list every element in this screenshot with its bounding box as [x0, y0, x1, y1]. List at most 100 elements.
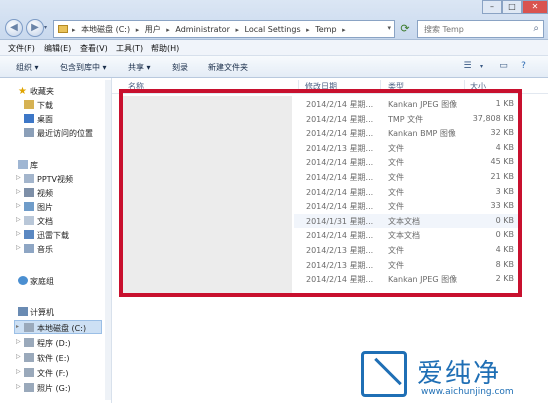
- drive-icon: [24, 368, 34, 377]
- forward-button[interactable]: ▶: [26, 19, 44, 37]
- drive-icon: [24, 323, 34, 332]
- nav-recent-places[interactable]: 最近访问的位置: [0, 126, 104, 140]
- menu-edit[interactable]: 编辑(E): [44, 43, 71, 54]
- pictures-library-icon: [24, 202, 34, 211]
- search-box[interactable]: ⌕: [417, 20, 544, 38]
- pptv-library-icon: [24, 174, 34, 183]
- nav-computer[interactable]: 计算机: [0, 305, 104, 319]
- expand-arrow-icon[interactable]: ▷: [16, 244, 21, 251]
- drive-icon: [24, 338, 34, 347]
- help-icon[interactable]: ?: [518, 61, 529, 72]
- nav-drive-g[interactable]: ▷ 照片 (G:): [0, 381, 104, 395]
- download-folder-icon: [24, 100, 34, 109]
- breadcrumb-chevron-icon[interactable]: ▸: [72, 26, 76, 34]
- computer-icon: [18, 307, 28, 316]
- nav-homegroup[interactable]: 家庭组: [0, 274, 104, 288]
- window-controls: – □ ✕: [482, 0, 548, 14]
- breadcrumb-item[interactable]: Temp: [315, 25, 336, 34]
- close-button[interactable]: ✕: [522, 0, 548, 14]
- breadcrumb-chevron-icon[interactable]: ▸: [166, 26, 170, 34]
- nav-videos[interactable]: ▷ 视频: [0, 186, 104, 200]
- menu-bar: 文件(F) 编辑(E) 查看(V) 工具(T) 帮助(H): [0, 40, 548, 56]
- refresh-icon: ⟳: [400, 22, 410, 35]
- drive-icon: [24, 353, 34, 362]
- highlight-frame: [119, 89, 522, 297]
- recent-pages-dropdown[interactable]: ▾: [44, 24, 47, 31]
- breadcrumb-item[interactable]: Local Settings: [245, 25, 301, 34]
- nav-library[interactable]: 库: [0, 158, 104, 172]
- nav-pictures[interactable]: ▷ 图片: [0, 200, 104, 214]
- watermark-title: 爱纯净: [417, 359, 502, 389]
- documents-library-icon: [24, 216, 34, 225]
- expand-arrow-icon[interactable]: ▷: [16, 368, 21, 375]
- share-button[interactable]: 共享 ▾: [128, 62, 151, 73]
- breadcrumb-item[interactable]: Administrator: [175, 25, 230, 34]
- expand-arrow-icon[interactable]: ▷: [16, 230, 21, 237]
- back-arrow-icon: ◀: [10, 22, 18, 33]
- view-dropdown-icon[interactable]: ▾: [476, 61, 487, 72]
- expand-arrow-icon[interactable]: ▷: [16, 353, 21, 360]
- menu-tools[interactable]: 工具(T): [116, 43, 143, 54]
- burn-button[interactable]: 刻录: [172, 62, 188, 73]
- menu-file[interactable]: 文件(F): [8, 43, 35, 54]
- back-button[interactable]: ◀: [5, 19, 23, 37]
- nav-favorites[interactable]: ★ 收藏夹: [0, 84, 104, 98]
- expand-arrow-icon[interactable]: ▷: [16, 188, 21, 195]
- navigation-pane: ★ 收藏夹 下载 桌面 最近访问的位置 库 ▷ PPTV视频 ▷ 视频 ▷ 图片…: [0, 78, 112, 403]
- navigation-scrollbar[interactable]: [105, 80, 111, 400]
- nav-music[interactable]: ▷ 音乐: [0, 242, 104, 256]
- breadcrumb-item[interactable]: 本地磁盘 (C:): [81, 25, 130, 34]
- search-input[interactable]: [418, 21, 518, 37]
- music-library-icon: [24, 244, 34, 253]
- include-in-library-button[interactable]: 包含到库中 ▾: [60, 62, 107, 73]
- search-icon[interactable]: ⌕: [533, 23, 539, 34]
- thunder-download-icon: [24, 230, 34, 239]
- homegroup-icon: [18, 276, 28, 285]
- watermark-url: www.aichunjing.com: [421, 387, 514, 397]
- expand-arrow-icon[interactable]: ▷: [16, 216, 21, 223]
- expand-arrow-icon[interactable]: ▷: [16, 338, 21, 345]
- address-field[interactable]: ▸ 本地磁盘 (C:) ▸ 用户 ▸ Administrator ▸ Local…: [53, 20, 395, 38]
- nav-thunder-download[interactable]: ▷ 迅雷下载: [0, 228, 104, 242]
- nav-desktop[interactable]: 桌面: [0, 112, 104, 126]
- breadcrumb-chevron-icon[interactable]: ▸: [136, 26, 140, 34]
- minimize-button[interactable]: –: [482, 0, 502, 14]
- breadcrumb: ▸ 本地磁盘 (C:) ▸ 用户 ▸ Administrator ▸ Local…: [72, 24, 349, 35]
- breadcrumb-item[interactable]: 用户: [145, 25, 161, 34]
- desktop-icon: [24, 114, 34, 123]
- forward-arrow-icon: ▶: [31, 22, 39, 33]
- expand-arrow-icon[interactable]: ▸: [16, 323, 19, 330]
- nav-drive-c[interactable]: ▸ 本地磁盘 (C:): [14, 320, 102, 334]
- nav-pptv[interactable]: ▷ PPTV视频: [0, 172, 104, 186]
- nav-drive-d[interactable]: ▷ 程序 (D:): [0, 336, 104, 350]
- recent-places-icon: [24, 128, 34, 137]
- site-watermark: 爱纯净 www.aichunjing.com: [357, 351, 548, 403]
- nav-drive-f[interactable]: ▷ 文件 (F:): [0, 366, 104, 380]
- expand-arrow-icon[interactable]: ▷: [16, 383, 21, 390]
- drive-icon: [24, 383, 34, 392]
- nav-download[interactable]: 下载: [0, 98, 104, 112]
- nav-documents[interactable]: ▷ 文档: [0, 214, 104, 228]
- refresh-button[interactable]: ⟳: [398, 22, 412, 36]
- organize-button[interactable]: 组织 ▾: [16, 62, 39, 73]
- expand-arrow-icon[interactable]: ▷: [16, 174, 21, 181]
- expand-arrow-icon[interactable]: ▷: [16, 202, 21, 209]
- command-bar: 组织 ▾ 包含到库中 ▾ 共享 ▾ 刻录 新建文件夹 ☰ ▾ ▭ ?: [0, 56, 548, 78]
- watermark-logo-icon: [361, 351, 407, 397]
- breadcrumb-chevron-icon[interactable]: ▸: [306, 26, 310, 34]
- maximize-button[interactable]: □: [502, 0, 522, 14]
- folder-icon: [58, 25, 68, 33]
- nav-drive-e[interactable]: ▷ 软件 (E:): [0, 351, 104, 365]
- star-icon: ★: [18, 86, 27, 97]
- library-icon: [18, 160, 28, 169]
- view-options-icon[interactable]: ☰: [462, 61, 473, 72]
- breadcrumb-chevron-icon[interactable]: ▸: [342, 26, 346, 34]
- video-library-icon: [24, 188, 34, 197]
- menu-help[interactable]: 帮助(H): [151, 43, 179, 54]
- address-history-dropdown[interactable]: ▾: [387, 24, 391, 32]
- preview-pane-icon[interactable]: ▭: [498, 61, 509, 72]
- new-folder-button[interactable]: 新建文件夹: [208, 62, 248, 73]
- menu-view[interactable]: 查看(V): [80, 43, 108, 54]
- breadcrumb-chevron-icon[interactable]: ▸: [235, 26, 239, 34]
- address-bar-region: – □ ✕ ◀ ▶ ▾ ▸ 本地磁盘 (C:) ▸ 用户 ▸ Administr…: [0, 0, 548, 40]
